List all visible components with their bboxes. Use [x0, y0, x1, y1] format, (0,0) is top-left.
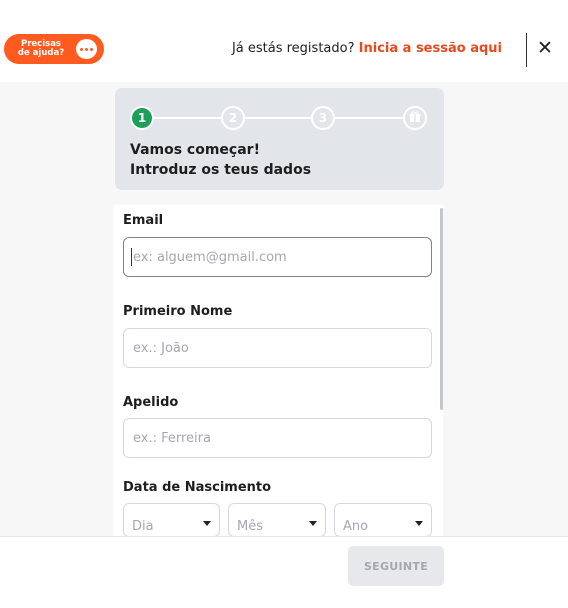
next-button[interactable]: SEGUINTE: [348, 546, 444, 586]
help-button-label: Precisas de ajuda?: [17, 39, 65, 58]
step-3-indicator: 3: [311, 106, 335, 130]
login-prompt: Já estás registado? Inicia a sessão aqui: [232, 41, 502, 56]
first-name-label: Primeiro Nome: [123, 304, 233, 319]
step-connector: [335, 117, 403, 119]
stepper-heading-line-1: Vamos começar!: [130, 142, 260, 158]
gift-icon: [409, 110, 421, 126]
step-3-number: 3: [318, 111, 328, 125]
chat-bubble-icon: [76, 39, 97, 59]
first-name-input[interactable]: [123, 328, 432, 368]
birth-month-placeholder: Mês: [237, 518, 263, 534]
last-name-input[interactable]: [123, 418, 432, 458]
close-icon[interactable]: ✕: [537, 37, 553, 59]
header-divider: [526, 33, 527, 67]
step-connector: [245, 117, 311, 119]
top-bar: Precisas de ajuda? Já estás registado? I…: [0, 0, 568, 82]
step-final-indicator: [403, 106, 427, 130]
help-button[interactable]: Precisas de ajuda?: [4, 34, 104, 64]
birth-day-select[interactable]: Dia: [123, 503, 220, 537]
email-label: Email: [123, 213, 164, 228]
step-2-indicator: 2: [221, 106, 245, 130]
stepper-heading-line-2: Introduz os teus dados: [130, 162, 312, 178]
form-scrollbar[interactable]: [440, 208, 443, 410]
birth-year-placeholder: Ano: [343, 518, 369, 534]
email-input[interactable]: [123, 237, 432, 277]
step-1-number: 1: [137, 111, 147, 125]
stepper-heading: Vamos começar! Introduz os teus dados: [130, 140, 311, 180]
birth-year-select[interactable]: Ano: [334, 503, 432, 537]
birth-day-placeholder: Dia: [132, 518, 154, 534]
birth-date-label: Data de Nascimento: [123, 480, 272, 495]
text-caret: [131, 248, 132, 266]
step-1-indicator: 1: [130, 106, 154, 130]
caret-down-icon: [309, 520, 317, 526]
login-link[interactable]: Inicia a sessão aqui: [359, 41, 502, 56]
login-prompt-text: Já estás registado?: [231, 41, 355, 56]
last-name-label: Apelido: [123, 395, 179, 410]
birth-month-select[interactable]: Mês: [228, 503, 326, 537]
footer-bar: [0, 536, 568, 608]
caret-down-icon: [203, 520, 211, 526]
step-connector: [152, 117, 221, 119]
caret-down-icon: [415, 520, 423, 526]
step-2-number: 2: [228, 111, 238, 125]
